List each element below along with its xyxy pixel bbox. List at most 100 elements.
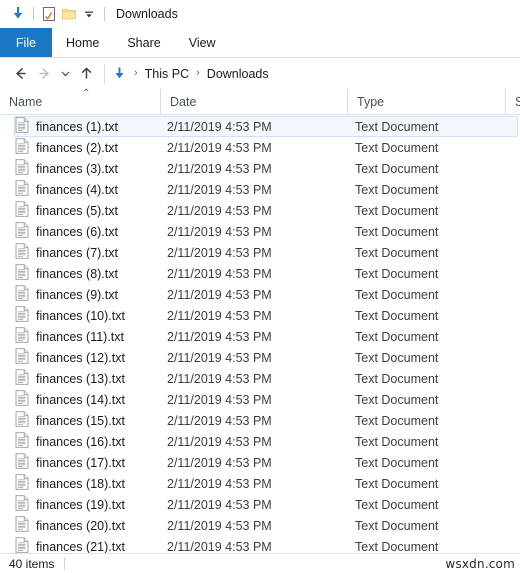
file-name-cell[interactable]: finances (15).txt bbox=[15, 411, 161, 430]
file-date-cell: 2/11/2019 4:53 PM bbox=[167, 119, 272, 134]
file-row[interactable]: finances (17).txt 2/11/2019 4:53 PM Text D… bbox=[14, 452, 518, 473]
tab-home[interactable]: Home bbox=[52, 28, 113, 57]
recent-locations-chevron-icon[interactable] bbox=[56, 62, 74, 86]
text-document-icon bbox=[15, 285, 29, 304]
file-row[interactable]: finances (1).txt 2/11/2019 4:53 PM Text Do… bbox=[14, 116, 518, 137]
file-row[interactable]: finances (2).txt 2/11/2019 4:53 PM Text Do… bbox=[14, 137, 518, 158]
file-row[interactable]: finances (15).txt 2/11/2019 4:53 PM Text D… bbox=[14, 410, 518, 431]
file-name-cell[interactable]: finances (1).txt bbox=[15, 117, 161, 136]
tab-view[interactable]: View bbox=[175, 28, 230, 57]
file-row[interactable]: finances (13).txt 2/11/2019 4:53 PM Text D… bbox=[14, 368, 518, 389]
file-name-label: finances (14).txt bbox=[36, 392, 125, 407]
file-date-cell: 2/11/2019 4:53 PM bbox=[167, 455, 272, 470]
file-date-cell: 2/11/2019 4:53 PM bbox=[167, 518, 272, 533]
file-row[interactable]: finances (8).txt 2/11/2019 4:53 PM Text Do… bbox=[14, 263, 518, 284]
file-name-cell[interactable]: finances (9).txt bbox=[15, 285, 161, 304]
file-name-label: finances (10).txt bbox=[36, 308, 125, 323]
file-name-cell[interactable]: finances (20).txt bbox=[15, 516, 161, 535]
file-name-label: finances (4).txt bbox=[36, 182, 118, 197]
file-date-cell: 2/11/2019 4:53 PM bbox=[167, 413, 272, 428]
text-document-icon bbox=[15, 306, 29, 325]
forward-arrow-icon bbox=[32, 62, 56, 86]
tab-share[interactable]: Share bbox=[113, 28, 174, 57]
file-name-cell[interactable]: finances (8).txt bbox=[15, 264, 161, 283]
file-row[interactable]: finances (20).txt 2/11/2019 4:53 PM Text D… bbox=[14, 515, 518, 536]
window-title: Downloads bbox=[116, 7, 178, 21]
file-type-cell: Text Document bbox=[355, 539, 439, 554]
file-type-cell: Text Document bbox=[355, 140, 439, 155]
text-document-icon bbox=[15, 348, 29, 367]
file-row[interactable]: finances (10).txt 2/11/2019 4:53 PM Text D… bbox=[14, 305, 518, 326]
file-type-cell: Text Document bbox=[355, 434, 439, 449]
breadcrumb[interactable]: › This PC › Downloads bbox=[104, 62, 520, 85]
file-row[interactable]: finances (11).txt 2/11/2019 4:53 PM Text D… bbox=[14, 326, 518, 347]
file-name-cell[interactable]: finances (12).txt bbox=[15, 348, 161, 367]
file-list[interactable]: finances (1).txt 2/11/2019 4:53 PM Text Do… bbox=[0, 116, 520, 553]
file-row[interactable]: finances (9).txt 2/11/2019 4:53 PM Text Do… bbox=[14, 284, 518, 305]
file-type-cell: Text Document bbox=[355, 182, 439, 197]
column-header-name[interactable]: Name ⌃ bbox=[0, 89, 160, 115]
text-document-icon bbox=[15, 159, 29, 178]
file-row[interactable]: finances (4).txt 2/11/2019 4:53 PM Text Do… bbox=[14, 179, 518, 200]
column-header-type[interactable]: Type bbox=[347, 89, 505, 115]
new-folder-icon[interactable] bbox=[59, 4, 79, 24]
file-name-cell[interactable]: finances (19).txt bbox=[15, 495, 161, 514]
downloads-arrow-icon[interactable] bbox=[8, 4, 28, 24]
file-row[interactable]: finances (19).txt 2/11/2019 4:53 PM Text D… bbox=[14, 494, 518, 515]
file-type-cell: Text Document bbox=[355, 371, 439, 386]
file-row[interactable]: finances (3).txt 2/11/2019 4:53 PM Text Do… bbox=[14, 158, 518, 179]
file-name-cell[interactable]: finances (17).txt bbox=[15, 453, 161, 472]
file-name-cell[interactable]: finances (10).txt bbox=[15, 306, 161, 325]
file-date-cell: 2/11/2019 4:53 PM bbox=[167, 287, 272, 302]
file-row[interactable]: finances (7).txt 2/11/2019 4:53 PM Text Do… bbox=[14, 242, 518, 263]
file-date-cell: 2/11/2019 4:53 PM bbox=[167, 203, 272, 218]
file-row[interactable]: finances (5).txt 2/11/2019 4:53 PM Text Do… bbox=[14, 200, 518, 221]
file-row[interactable]: finances (14).txt 2/11/2019 4:53 PM Text D… bbox=[14, 389, 518, 410]
up-arrow-icon[interactable] bbox=[74, 62, 98, 86]
file-name-cell[interactable]: finances (5).txt bbox=[15, 201, 161, 220]
file-type-cell: Text Document bbox=[355, 497, 439, 512]
text-document-icon bbox=[15, 411, 29, 430]
file-name-cell[interactable]: finances (13).txt bbox=[15, 369, 161, 388]
text-document-icon bbox=[15, 117, 29, 136]
file-type-cell: Text Document bbox=[355, 161, 439, 176]
file-row[interactable]: finances (18).txt 2/11/2019 4:53 PM Text D… bbox=[14, 473, 518, 494]
file-row[interactable]: finances (21).txt 2/11/2019 4:53 PM Text D… bbox=[14, 536, 518, 553]
file-name-cell[interactable]: finances (16).txt bbox=[15, 432, 161, 451]
column-header-size[interactable]: Si bbox=[505, 89, 520, 115]
file-name-label: finances (15).txt bbox=[36, 413, 125, 428]
file-name-label: finances (12).txt bbox=[36, 350, 125, 365]
file-row[interactable]: finances (12).txt 2/11/2019 4:53 PM Text D… bbox=[14, 347, 518, 368]
file-name-cell[interactable]: finances (14).txt bbox=[15, 390, 161, 409]
breadcrumb-separator-0: › bbox=[134, 67, 138, 79]
file-type-cell: Text Document bbox=[355, 266, 439, 281]
breadcrumb-separator-1: › bbox=[196, 67, 200, 79]
file-name-cell[interactable]: finances (11).txt bbox=[15, 327, 161, 346]
column-header-date[interactable]: Date bbox=[160, 89, 347, 115]
file-name-label: finances (18).txt bbox=[36, 476, 125, 491]
navigation-bar: › This PC › Downloads bbox=[0, 58, 520, 89]
file-date-cell: 2/11/2019 4:53 PM bbox=[167, 539, 272, 554]
file-name-label: finances (17).txt bbox=[36, 455, 125, 470]
file-name-cell[interactable]: finances (4).txt bbox=[15, 180, 161, 199]
text-document-icon bbox=[15, 243, 29, 262]
text-document-icon bbox=[15, 390, 29, 409]
back-arrow-icon[interactable] bbox=[8, 62, 32, 86]
file-name-cell[interactable]: finances (3).txt bbox=[15, 159, 161, 178]
file-row[interactable]: finances (16).txt 2/11/2019 4:53 PM Text D… bbox=[14, 431, 518, 452]
breadcrumb-item-downloads[interactable]: Downloads bbox=[205, 67, 271, 81]
file-row[interactable]: finances (6).txt 2/11/2019 4:53 PM Text Do… bbox=[14, 221, 518, 242]
file-name-cell[interactable]: finances (7).txt bbox=[15, 243, 161, 262]
file-name-cell[interactable]: finances (21).txt bbox=[15, 537, 161, 553]
customize-chevron-icon[interactable] bbox=[79, 4, 99, 24]
toolbar-divider-1 bbox=[33, 7, 34, 21]
properties-icon[interactable] bbox=[39, 4, 59, 24]
file-date-cell: 2/11/2019 4:53 PM bbox=[167, 245, 272, 260]
file-name-cell[interactable]: finances (6).txt bbox=[15, 222, 161, 241]
text-document-icon bbox=[15, 222, 29, 241]
file-name-cell[interactable]: finances (18).txt bbox=[15, 474, 161, 493]
breadcrumb-item-this-pc[interactable]: This PC bbox=[143, 67, 191, 81]
ribbon-tab-bar: File Home Share View bbox=[0, 28, 520, 58]
tab-file[interactable]: File bbox=[0, 28, 52, 57]
file-name-cell[interactable]: finances (2).txt bbox=[15, 138, 161, 157]
